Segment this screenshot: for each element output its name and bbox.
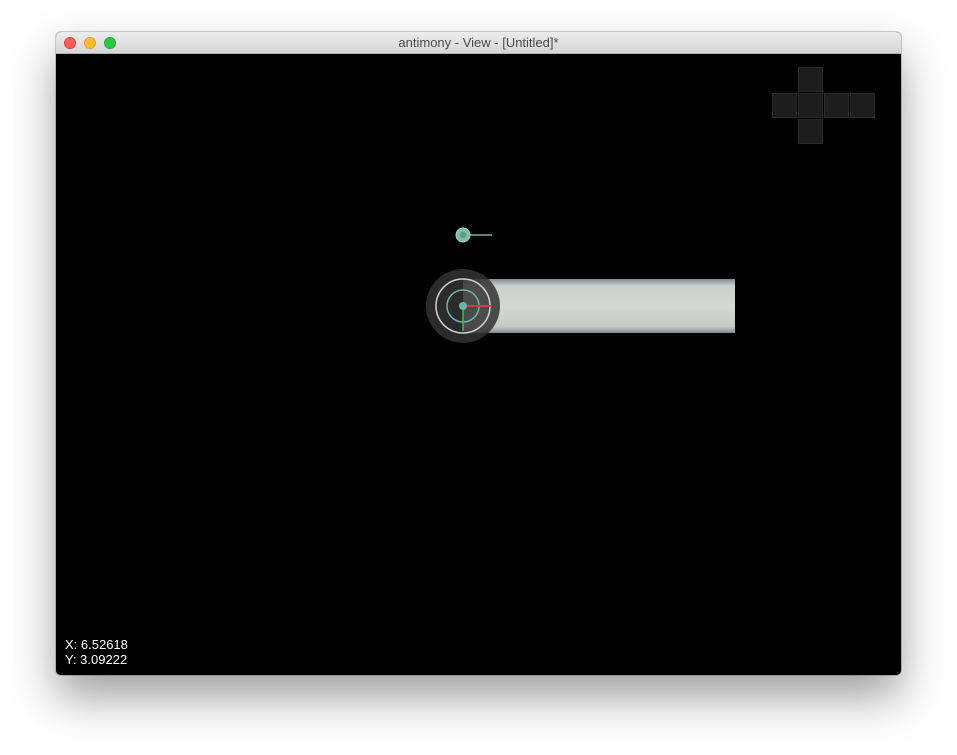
rotation-gizmo-icon[interactable] xyxy=(426,269,500,343)
x-coordinate: X: 6.52618 xyxy=(65,637,128,652)
point-handle-icon[interactable] xyxy=(455,227,492,243)
extruded-shape[interactable] xyxy=(463,279,735,333)
app-window: antimony - View - [Untitled]* X: 6.52618… xyxy=(56,32,901,675)
cursor-coordinates: X: 6.52618 Y: 3.09222 xyxy=(65,637,128,667)
scene-canvas[interactable] xyxy=(56,54,901,675)
y-coordinate: Y: 3.09222 xyxy=(65,652,128,667)
window-title: antimony - View - [Untitled]* xyxy=(398,35,559,50)
3d-viewport[interactable]: X: 6.52618 Y: 3.09222 xyxy=(56,54,901,675)
title-bar[interactable]: antimony - View - [Untitled]* xyxy=(56,32,901,54)
